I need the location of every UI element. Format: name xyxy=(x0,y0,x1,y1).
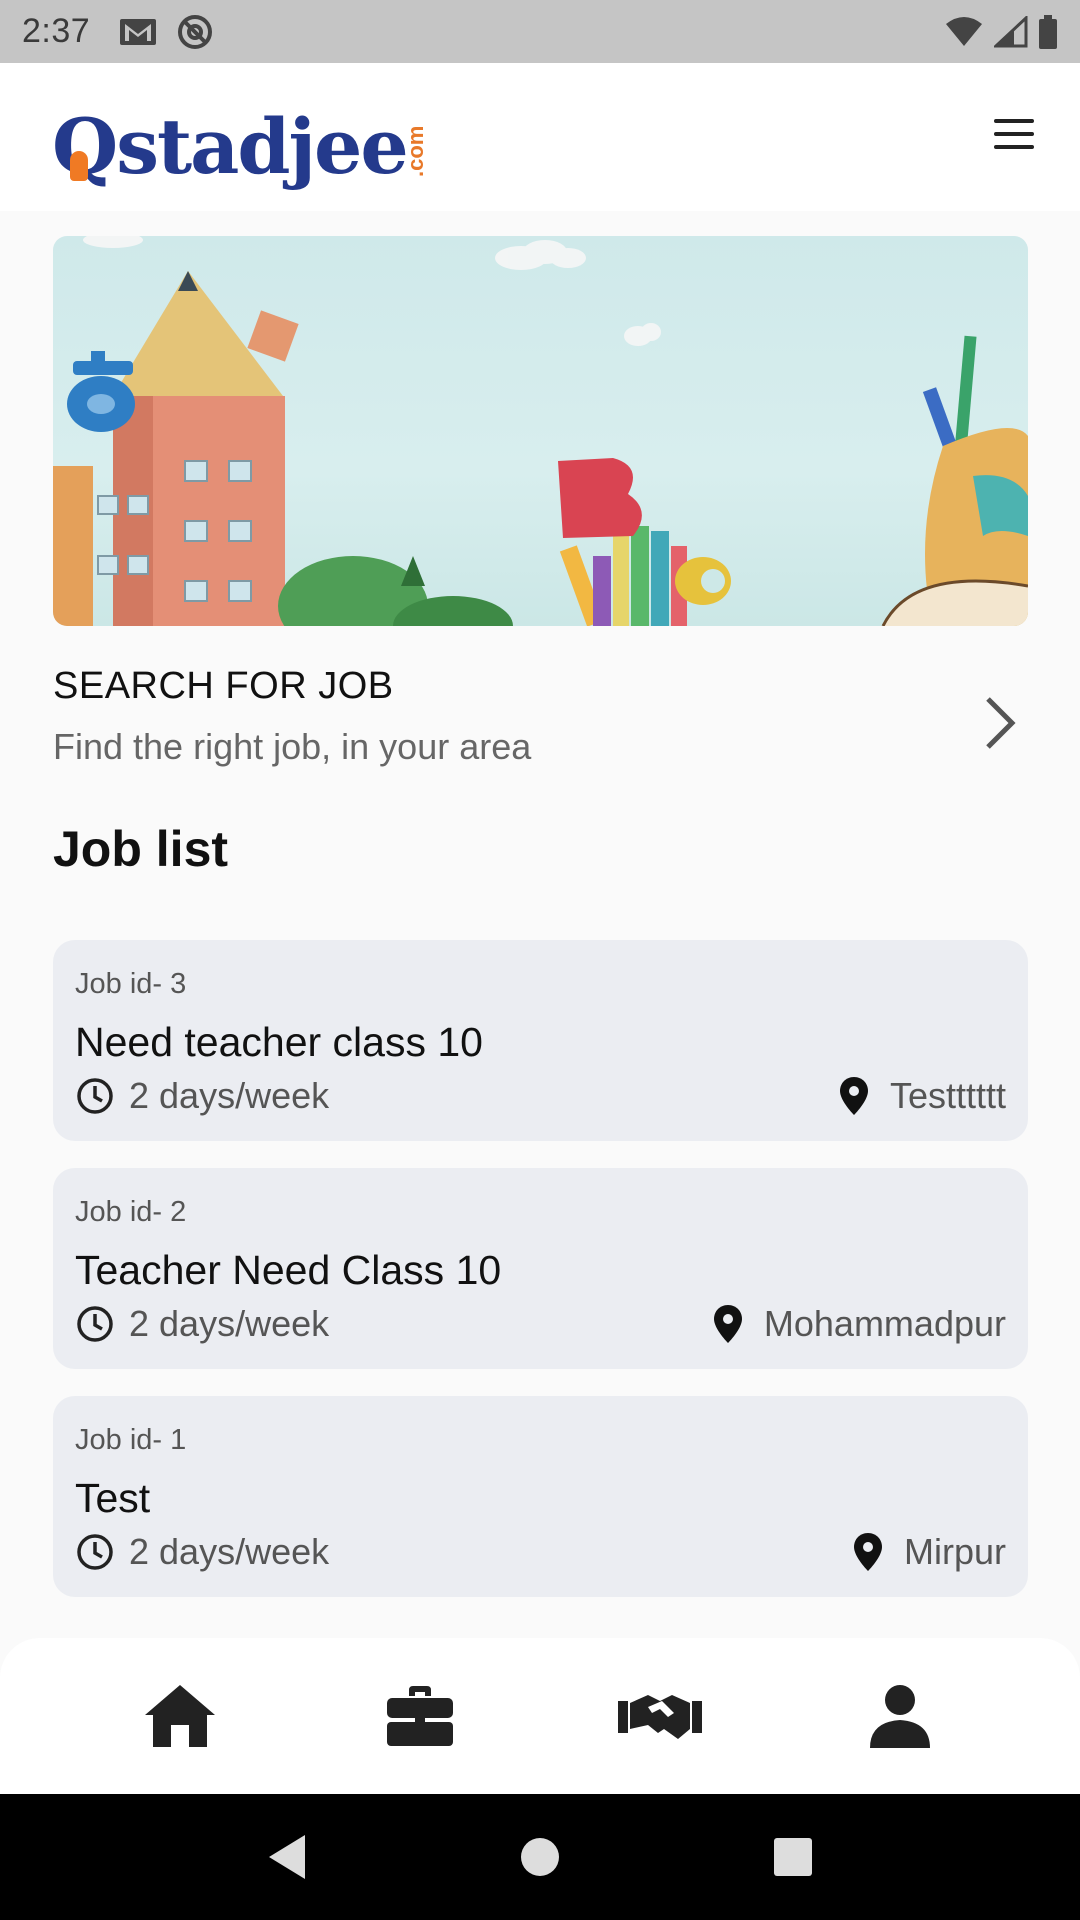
chevron-right-icon xyxy=(986,697,1016,749)
search-job-title: SEARCH FOR JOB xyxy=(53,665,394,707)
gmail-icon xyxy=(120,18,157,45)
job-location-text: Mohammadpur xyxy=(763,1303,1006,1344)
job-id: Job id- 1 xyxy=(75,1424,187,1456)
briefcase-icon xyxy=(387,1686,453,1746)
system-home-button[interactable] xyxy=(505,1822,575,1892)
status-time: 2:37 xyxy=(22,12,91,50)
status-bar: 2:37 xyxy=(0,0,1080,63)
system-recents-button[interactable] xyxy=(758,1822,828,1892)
location-pin-icon xyxy=(713,1305,742,1343)
nav-jobs[interactable] xyxy=(375,1671,465,1761)
job-schedule-text: 2 days/week xyxy=(129,1531,330,1572)
clock-icon xyxy=(77,1534,113,1570)
handshake-icon xyxy=(618,1695,702,1739)
job-location-text: Testttttt xyxy=(889,1075,1006,1116)
job-title: Need teacher class 10 xyxy=(75,1019,483,1065)
job-id: Job id- 2 xyxy=(75,1196,187,1228)
logo-pointer-mark xyxy=(70,151,88,181)
menu-line xyxy=(994,119,1034,123)
hero-banner-image xyxy=(53,236,1028,626)
job-card[interactable]: Job id- 1 Test 2 days/week Mirpur xyxy=(53,1396,1028,1597)
job-list-heading: Job list xyxy=(53,821,229,877)
job-id: Job id- 3 xyxy=(75,968,187,1000)
person-icon xyxy=(870,1685,930,1748)
job-location: Mohammadpur xyxy=(713,1303,1006,1345)
home-icon xyxy=(145,1685,215,1747)
job-meta: 2 days/week Testttttt xyxy=(75,1075,1006,1117)
nav-home[interactable] xyxy=(135,1671,225,1761)
hamburger-menu-button[interactable] xyxy=(994,119,1038,155)
job-schedule-text: 2 days/week xyxy=(129,1303,330,1344)
job-meta: 2 days/week Mirpur xyxy=(75,1531,1006,1573)
logo-suffix: .com xyxy=(402,125,428,177)
clock-icon xyxy=(77,1078,113,1114)
status-system-icons xyxy=(944,14,1058,49)
at-sign-icon xyxy=(178,14,213,49)
job-schedule: 2 days/week xyxy=(75,1531,329,1573)
recents-square-icon xyxy=(774,1838,813,1876)
nav-deals[interactable] xyxy=(615,1671,705,1761)
location-pin-icon xyxy=(839,1077,868,1115)
job-location: Mirpur xyxy=(853,1531,1006,1573)
job-list: Job id- 3 Need teacher class 10 2 days/w… xyxy=(53,940,1028,1624)
menu-line xyxy=(994,132,1034,136)
logo-text: Qstadjee xyxy=(52,102,409,191)
battery-icon xyxy=(1039,14,1057,49)
cellular-signal-icon xyxy=(994,15,1028,47)
job-schedule: 2 days/week xyxy=(75,1303,329,1345)
menu-line xyxy=(994,145,1034,149)
banner-illustration xyxy=(53,236,1028,626)
clock-icon xyxy=(77,1306,113,1342)
bottom-navigation xyxy=(0,1638,1080,1794)
job-meta: 2 days/week Mohammadpur xyxy=(75,1303,1006,1345)
search-job-subtitle: Find the right job, in your area xyxy=(53,726,532,767)
job-card[interactable]: Job id- 2 Teacher Need Class 10 2 days/w… xyxy=(53,1168,1028,1369)
brand-logo[interactable]: Qstadjee .com xyxy=(52,95,428,191)
job-location-text: Mirpur xyxy=(903,1531,1006,1572)
nav-profile[interactable] xyxy=(855,1671,945,1761)
location-pin-icon xyxy=(853,1533,882,1571)
app-header: Qstadjee .com xyxy=(0,63,1080,211)
job-schedule: 2 days/week xyxy=(75,1075,329,1117)
job-schedule-text: 2 days/week xyxy=(129,1075,330,1116)
back-triangle-icon xyxy=(268,1835,305,1879)
job-title: Teacher Need Class 10 xyxy=(75,1247,502,1293)
system-navigation-bar xyxy=(0,1794,1080,1920)
job-title: Test xyxy=(75,1475,151,1521)
wifi-icon xyxy=(946,16,982,46)
job-card[interactable]: Job id- 3 Need teacher class 10 2 days/w… xyxy=(53,940,1028,1141)
status-notification-icons xyxy=(118,13,214,51)
job-location: Testttttt xyxy=(839,1075,1006,1117)
home-circle-icon xyxy=(520,1838,559,1876)
search-for-job-row[interactable]: SEARCH FOR JOB Find the right job, in yo… xyxy=(53,665,1028,775)
system-back-button[interactable] xyxy=(252,1822,322,1892)
